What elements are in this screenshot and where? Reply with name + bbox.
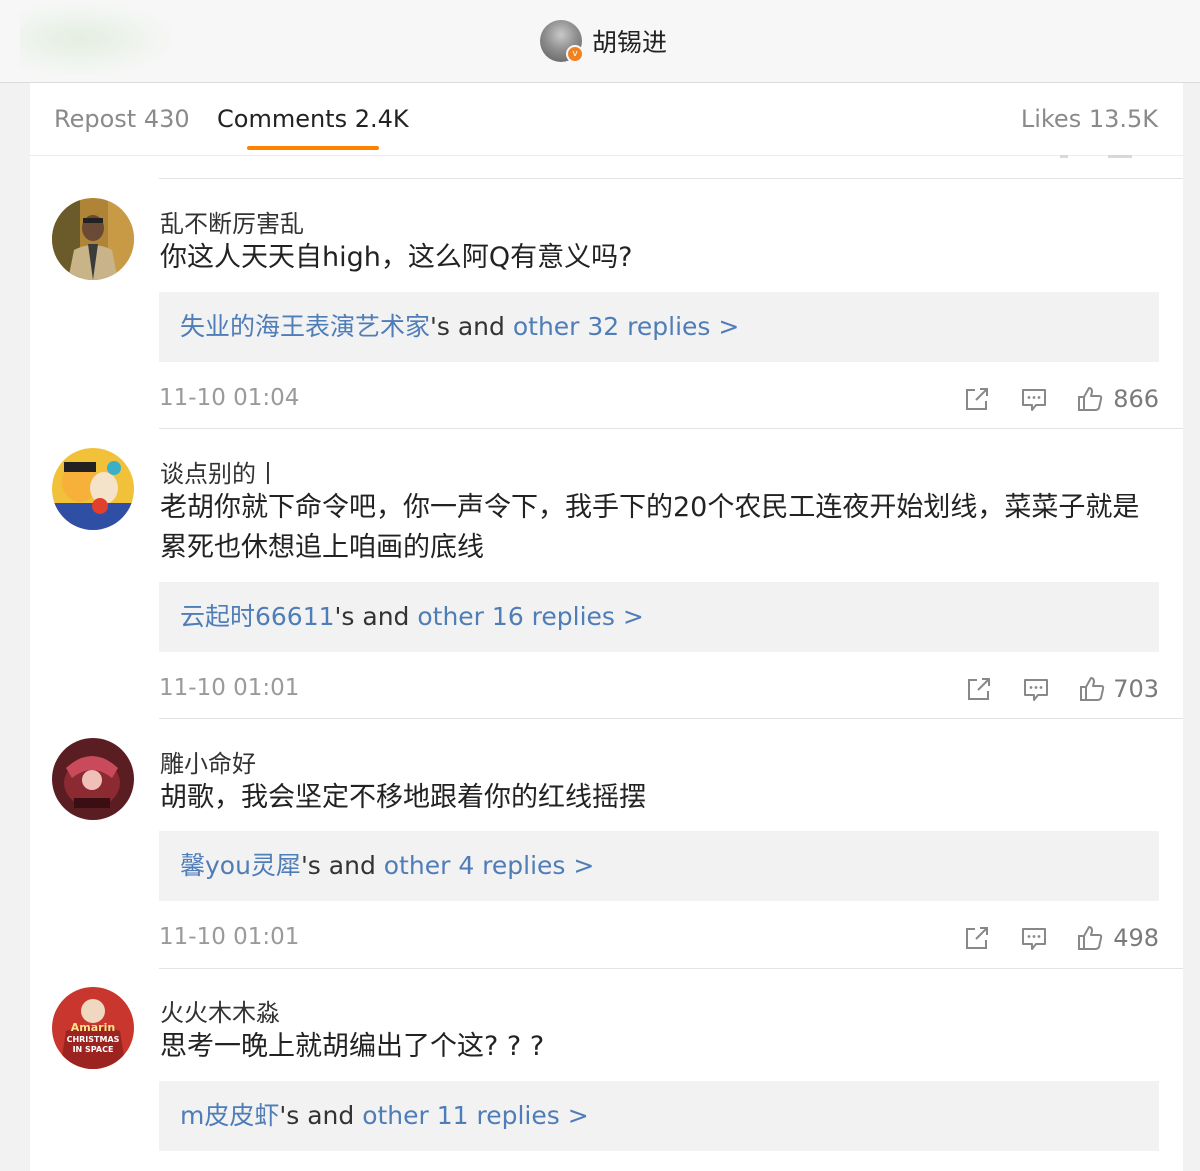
more-replies-link[interactable]: other 32 replies > — [513, 312, 739, 341]
reply-username[interactable]: 失业的海王表演艺术家 — [180, 312, 430, 341]
comment-text: 老胡你就下命令吧，你一声令下，我手下的20个农民工连夜开始划线，菜菜子就是累死也… — [160, 492, 1140, 563]
comment-icon[interactable] — [1020, 385, 1048, 413]
comment-icon[interactable] — [1022, 675, 1050, 703]
replies-preview[interactable]: m皮皮虾's and other 11 replies > — [159, 1081, 1159, 1151]
comment-item: 乱不断厉害乱 你这人天天自high，这么阿Q有意义吗? 失业的海王表演艺术家's… — [30, 179, 1183, 429]
verified-badge-icon: v — [566, 45, 584, 63]
top-bar: v 胡锡进 — [0, 0, 1200, 83]
author-name: 胡锡进 — [592, 28, 668, 57]
share-icon[interactable] — [965, 675, 993, 703]
reply-connector: 's and — [279, 1101, 363, 1130]
thumbs-up-icon[interactable] — [1076, 924, 1104, 952]
back-area[interactable] — [20, 4, 170, 74]
comment-item: 雕小命好 胡歌，我会坚定不移地跟着你的红线摇摆 馨you灵犀's and oth… — [30, 719, 1183, 969]
comment-username[interactable]: 乱不断厉害乱 — [160, 204, 304, 239]
author-avatar[interactable]: v — [540, 20, 584, 63]
replies-preview[interactable]: 馨you灵犀's and other 4 replies > — [159, 831, 1159, 901]
replies-preview[interactable]: 云起时66611's and other 16 replies > — [159, 582, 1159, 652]
comment-text: 你这人天天自high，这么阿Q有意义吗? — [160, 242, 633, 273]
share-icon[interactable] — [963, 924, 991, 952]
comment-text: 胡歌，我会坚定不移地跟着你的红线摇摆 — [160, 782, 646, 813]
reply-connector: 's and — [334, 602, 418, 631]
comment-meta: 11-10 01:04 866 — [159, 380, 1159, 420]
scroll-remnant — [1108, 155, 1132, 158]
replies-preview[interactable]: 失业的海王表演艺术家's and other 32 replies > — [159, 292, 1159, 362]
avatar[interactable]: Amarin CHRISTMAS IN SPACE — [52, 987, 134, 1069]
avatar[interactable] — [52, 738, 134, 820]
tab-repost[interactable]: Repost 430 — [54, 105, 190, 133]
post-author[interactable]: v 胡锡进 — [540, 19, 667, 63]
comments-panel: Repost 430 Comments 2.4K Likes 13.5K 乱不断… — [30, 83, 1183, 1171]
like-count: 703 — [1113, 675, 1159, 703]
comment-item: 谈点别的丨 老胡你就下命令吧，你一声令下，我手下的20个农民工连夜开始划线，菜菜… — [30, 429, 1183, 719]
thumbs-up-icon[interactable] — [1078, 675, 1106, 703]
comment-item: Amarin CHRISTMAS IN SPACE 火火木木淼 思考一晚上就胡编… — [30, 969, 1183, 1171]
reply-username[interactable]: m皮皮虾 — [180, 1101, 279, 1130]
tab-comments[interactable]: Comments 2.4K — [217, 105, 409, 133]
comment-username[interactable]: 雕小命好 — [160, 744, 256, 779]
avatar[interactable] — [52, 198, 134, 280]
tab-likes[interactable]: Likes 13.5K — [1021, 105, 1158, 133]
reply-username[interactable]: 馨you灵犀 — [180, 851, 301, 880]
comment-meta: 11-10 01:01 498 — [159, 919, 1159, 959]
active-tab-indicator — [247, 146, 379, 150]
more-replies-link[interactable]: other 16 replies > — [417, 602, 643, 631]
more-replies-link[interactable]: other 11 replies > — [362, 1101, 588, 1130]
thumbs-up-icon[interactable] — [1076, 385, 1104, 413]
tab-bar: Repost 430 Comments 2.4K Likes 13.5K — [30, 83, 1183, 156]
avatar-text: Amarin — [71, 1021, 115, 1034]
scroll-remnant — [1060, 155, 1068, 158]
avatar[interactable] — [52, 448, 134, 530]
comment-time: 11-10 01:01 — [159, 675, 300, 701]
comment-username[interactable]: 火火木木淼 — [160, 993, 280, 1028]
comment-username[interactable]: 谈点别的丨 — [160, 454, 280, 489]
comment-time: 11-10 01:01 — [159, 924, 300, 950]
comment-icon[interactable] — [1020, 924, 1048, 952]
avatar-text: CHRISTMAS — [67, 1035, 120, 1044]
more-replies-link[interactable]: other 4 replies > — [384, 851, 595, 880]
share-icon[interactable] — [963, 385, 991, 413]
like-count: 498 — [1113, 924, 1159, 952]
comment-text: 思考一晚上就胡编出了个这? ? ? — [160, 1031, 545, 1062]
avatar-text: IN SPACE — [73, 1045, 114, 1054]
reply-connector: 's and — [430, 312, 513, 341]
reply-username[interactable]: 云起时66611 — [180, 602, 335, 631]
reply-connector: 's and — [300, 851, 384, 880]
comment-meta: 11-10 01:01 703 — [159, 670, 1159, 710]
like-count: 866 — [1113, 385, 1159, 413]
comment-time: 11-10 01:04 — [159, 385, 300, 411]
